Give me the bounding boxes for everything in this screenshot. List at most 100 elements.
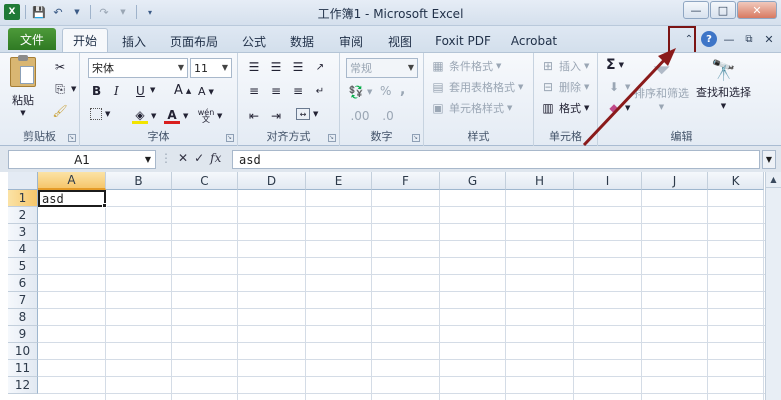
grow-font-button[interactable]: A ▲ [174, 83, 191, 98]
alignment-launcher-icon[interactable]: ↘ [328, 134, 336, 142]
format-as-table-button[interactable]: ▤ 套用表格格式 ▼ [430, 79, 523, 95]
insert-cells-button[interactable]: ⊞ 插入 ▼ [540, 58, 589, 74]
workbook-restore-icon[interactable]: ⧉ [741, 31, 757, 47]
fill-handle[interactable] [102, 203, 107, 208]
column-header-k[interactable]: K [708, 172, 764, 190]
paste-button[interactable]: 粘贴 ▼ [10, 55, 36, 117]
shrink-font-button[interactable]: A ▼ [198, 85, 214, 98]
minimize-button[interactable]: — [683, 1, 709, 19]
decrease-decimal-button[interactable]: .0 [380, 108, 396, 124]
workbook-minimize-icon[interactable]: — [721, 31, 737, 47]
align-right-button[interactable]: ≡ [290, 83, 306, 99]
vertical-scrollbar[interactable]: ▲ [765, 172, 781, 400]
tab-view[interactable]: 视图 [380, 30, 420, 52]
bold-button[interactable]: B [92, 84, 101, 98]
column-header-j[interactable]: J [642, 172, 708, 190]
column-header-b[interactable]: B [106, 172, 172, 190]
font-size-select[interactable]: 11 ▼ [190, 58, 232, 78]
column-header-e[interactable]: E [306, 172, 372, 190]
row-header-6[interactable]: 6 [8, 275, 38, 292]
underline-dropdown-icon[interactable]: ▼ [150, 86, 155, 94]
column-header-g[interactable]: G [440, 172, 506, 190]
comma-button[interactable]: , [400, 82, 405, 98]
currency-button[interactable]: 💱 ▼ [348, 84, 373, 100]
column-header-c[interactable]: C [172, 172, 238, 190]
sort-filter-button[interactable]: ⏷ 排序和筛选 ▼ [634, 58, 689, 111]
conditional-formatting-button[interactable]: ▦ 条件格式 ▼ [430, 58, 501, 74]
row-header-9[interactable]: 9 [8, 326, 38, 343]
delete-cells-button[interactable]: ⊟ 删除 ▼ [540, 79, 589, 95]
row-header-2[interactable]: 2 [8, 207, 38, 224]
row-header-3[interactable]: 3 [8, 224, 38, 241]
underline-button[interactable]: U [136, 84, 145, 98]
fill-color-button[interactable]: ◈ ▼ [132, 108, 156, 124]
increase-decimal-button[interactable]: .00 [350, 108, 369, 124]
row-header-12[interactable]: 12 [8, 377, 38, 394]
italic-button[interactable]: I [114, 84, 119, 98]
tab-home[interactable]: 开始 [62, 28, 108, 52]
tab-review[interactable]: 审阅 [331, 30, 371, 52]
copy-button[interactable]: ⎘ ▼ [52, 81, 76, 97]
font-launcher-icon[interactable]: ↘ [226, 134, 234, 142]
row-header-5[interactable]: 5 [8, 258, 38, 275]
cell-styles-button[interactable]: ▣ 单元格样式 ▼ [430, 100, 512, 116]
autosum-button[interactable]: Σ ▼ [606, 57, 624, 73]
tab-file[interactable]: 文件 [8, 28, 56, 50]
clear-button[interactable]: ◆ ▼ [606, 100, 630, 116]
phonetic-button[interactable]: wén 文 ▼ [198, 108, 223, 124]
row-header-1[interactable]: 1 [8, 190, 38, 207]
column-header-f[interactable]: F [372, 172, 440, 190]
expand-formula-bar-icon[interactable]: ▼ [762, 150, 776, 169]
fill-button[interactable]: ⬇ ▼ [606, 79, 630, 95]
scroll-up-icon[interactable]: ▲ [766, 172, 781, 188]
format-cells-button[interactable]: ▥ 格式 ▼ [540, 100, 589, 116]
orientation-button[interactable]: ↗ [312, 59, 328, 75]
insert-function-icon[interactable]: fx [210, 151, 221, 165]
tab-page-layout[interactable]: 页面布局 [163, 30, 225, 52]
borders-button[interactable]: ▼ [90, 108, 110, 120]
wrap-text-button[interactable]: ↵ [312, 83, 328, 99]
column-header-a[interactable]: A [38, 172, 106, 190]
tab-acrobat[interactable]: Acrobat [506, 30, 562, 52]
confirm-entry-icon[interactable]: ✓ [194, 151, 204, 165]
align-left-button[interactable]: ≡ [246, 83, 262, 99]
worksheet[interactable]: ABCDEFGHIJK 1 2 3 4 5 6 7 8 9 10 11 12 asd ▲ [0, 172, 781, 400]
column-header-d[interactable]: D [238, 172, 306, 190]
close-button[interactable]: ✕ [737, 1, 777, 19]
formula-input[interactable]: asd [232, 150, 760, 169]
row-header-7[interactable]: 7 [8, 292, 38, 309]
align-center-button[interactable]: ≡ [268, 83, 284, 99]
increase-indent-button[interactable]: ⇥ [268, 108, 284, 124]
decrease-indent-button[interactable]: ⇤ [246, 108, 262, 124]
align-middle-button[interactable]: ☰ [268, 59, 284, 75]
number-launcher-icon[interactable]: ↘ [412, 134, 420, 142]
help-icon[interactable]: ? [701, 31, 717, 47]
align-top-button[interactable]: ☰ [246, 59, 262, 75]
tab-formulas[interactable]: 公式 [234, 30, 274, 52]
merge-center-button[interactable]: ↔ ▼ [296, 108, 318, 120]
select-all-corner[interactable] [8, 172, 38, 190]
align-bottom-button[interactable]: ☰ [290, 59, 306, 75]
row-header-10[interactable]: 10 [8, 343, 38, 360]
column-header-i[interactable]: I [574, 172, 642, 190]
workbook-close-icon[interactable]: ✕ [761, 31, 777, 47]
cut-button[interactable]: ✂ [52, 59, 68, 75]
font-color-button[interactable]: A ▼ [164, 108, 188, 124]
tab-insert[interactable]: 插入 [114, 30, 154, 52]
format-painter-button[interactable]: 🖌 [52, 103, 68, 119]
row-header-11[interactable]: 11 [8, 360, 38, 377]
cancel-entry-icon[interactable]: ✕ [178, 151, 188, 165]
find-select-button[interactable]: 🔭 查找和选择 ▼ [696, 58, 751, 110]
row-header-4[interactable]: 4 [8, 241, 38, 258]
tab-data[interactable]: 数据 [282, 30, 322, 52]
clipboard-launcher-icon[interactable]: ↘ [68, 134, 76, 142]
restore-button[interactable]: □ [710, 1, 736, 19]
active-cell-a1[interactable]: asd [38, 190, 106, 207]
column-header-h[interactable]: H [506, 172, 574, 190]
number-format-select[interactable]: 常规 ▼ [346, 58, 418, 78]
font-name-select[interactable]: 宋体 ▼ [88, 58, 188, 78]
name-box[interactable]: A1 ▼ [8, 150, 156, 169]
tab-foxit-pdf[interactable]: Foxit PDF [430, 30, 496, 52]
row-header-8[interactable]: 8 [8, 309, 38, 326]
percent-button[interactable]: % [380, 84, 391, 98]
